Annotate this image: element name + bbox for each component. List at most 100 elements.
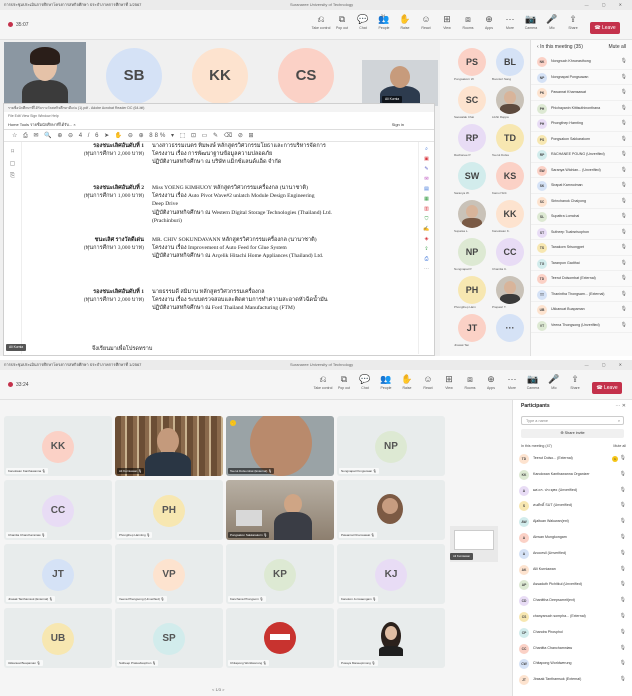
avatar-tile-3[interactable]: CS <box>278 48 334 104</box>
gallery-tile-1[interactable]: Ali Kurniawan 🎙 <box>115 416 223 476</box>
participant-avatar-5[interactable]: TD <box>496 124 524 152</box>
organize-icon[interactable]: ▦ <box>419 194 434 204</box>
mic-muted-icon[interactable]: 🎙 <box>620 467 626 483</box>
search-input[interactable]: Type a name ⌕ <box>521 416 624 425</box>
mic-muted-icon[interactable]: 🎙 <box>621 318 627 333</box>
toolbar-button-3[interactable]: 👥 People <box>375 373 397 397</box>
toolbar-button-0[interactable]: ⎌ Take control <box>312 373 334 397</box>
panel-participant-row[interactable]: TD Teerut Dolsombat (External) 🎙 <box>531 271 632 287</box>
mic-muted-icon[interactable]: 🎙 <box>620 483 626 499</box>
mic-muted-icon[interactable]: 🎙 <box>620 656 626 672</box>
toolbar-button-0[interactable]: ⎌ Take control <box>310 13 332 37</box>
mic-muted-icon[interactable]: 🎙 <box>621 225 627 240</box>
participant-row[interactable]: A Airwan Mungkongam 🎙 <box>513 530 632 546</box>
mic-muted-icon[interactable]: 🎙 <box>621 85 627 100</box>
page-thumbnail-icon[interactable]: ▢ <box>4 158 21 170</box>
window-controls[interactable]: — ▢ ✕ <box>585 360 628 370</box>
attachment-icon[interactable]: ⎘ <box>4 170 21 182</box>
mic-muted-icon[interactable]: 🎙 <box>621 116 627 131</box>
panel-participant-row[interactable]: TT Thanintha Thongsam... (External) 🎙 <box>531 287 632 302</box>
mic-muted-icon[interactable]: 🎙 <box>621 271 627 286</box>
participant-avatar-14[interactable]: JT <box>458 314 486 342</box>
participant-avatar-0[interactable]: PS <box>458 48 486 76</box>
toolbar-button-4[interactable]: ✋ Raise <box>394 13 416 37</box>
toolbar-button-9[interactable]: ⋯ More <box>499 13 521 37</box>
toolbar-button-8[interactable]: ⊕ Apps <box>480 373 502 397</box>
mic-muted-icon[interactable]: 🎙 <box>621 287 627 302</box>
participant-photo-8[interactable] <box>458 200 486 228</box>
panel-participant-row[interactable]: VT Veena Thongsong (Unverified) 🎙 <box>531 318 632 333</box>
collapse-icon[interactable]: ‹ <box>537 44 539 50</box>
participant-avatar-2[interactable]: SC <box>458 86 486 114</box>
participant-row[interactable]: AW Ajaltuan Waluwan(ext) 🎙 <box>513 514 632 530</box>
toolbar-button-10[interactable]: 📷 Camera <box>522 373 544 397</box>
fill-sign-icon[interactable]: ✍ <box>419 224 434 234</box>
mic-muted-icon[interactable]: 🎙 <box>621 256 627 271</box>
gallery-tile-11[interactable]: KJ Kanokon Jomsaengam 🎙 <box>337 544 445 604</box>
toolbar-button-11[interactable]: 🎤 Mic <box>541 13 563 37</box>
mute-all-button[interactable]: Mute all <box>608 40 626 54</box>
window-controls[interactable]: — ▢ ✕ <box>585 0 628 10</box>
toolbar-button-12[interactable]: ⇪ Share <box>564 373 586 397</box>
panel-participant-row[interactable]: NP Nongnapat Pongsuwan 🎙 <box>531 70 632 85</box>
toolbar-button-9[interactable]: ⋯ More <box>501 373 523 397</box>
toolbar-button-1[interactable]: ⧉ Pop out <box>331 13 353 37</box>
mic-muted-icon[interactable]: 🎙 <box>620 609 626 625</box>
pdf-menu-bar[interactable]: File Edit View Sign Window Help <box>4 112 434 120</box>
participant-avatar-12[interactable]: PH <box>458 276 486 304</box>
toolbar-button-7[interactable]: ⧈ Rooms <box>457 13 479 37</box>
mic-muted-icon[interactable]: 🎙 <box>620 498 626 514</box>
panel-participant-row[interactable]: RP RACHANEE POUNG (Unverified) 🎙 <box>531 147 632 163</box>
participant-row[interactable]: S สมศักดิ์ SUT (Unverified) 🎙 <box>513 498 632 514</box>
mic-muted-icon[interactable]: 🎙 <box>621 194 627 209</box>
mic-muted-icon[interactable]: 🎙 <box>620 530 626 546</box>
participant-row[interactable]: CD Chanittha Deepsamrit(ext) 🎙 <box>513 593 632 609</box>
share-icon[interactable]: ⇪ <box>419 244 434 254</box>
video-tile-woman[interactable] <box>4 42 86 104</box>
toolbar-button-2[interactable]: 💬 Chat <box>352 13 374 37</box>
participant-avatar-15[interactable]: ··· <box>496 314 524 342</box>
mic-muted-icon[interactable]: 🎙 <box>620 546 626 562</box>
mic-muted-icon[interactable]: 🎙 <box>620 562 626 578</box>
toolbar-button-5[interactable]: ☺ React <box>415 13 437 37</box>
toolbar-button-11[interactable]: 🎤 Mic <box>543 373 565 397</box>
toolbar-button-7[interactable]: ⧈ Rooms <box>459 373 481 397</box>
gallery-tile-5[interactable]: PH Phongthep Harnting 🎙 <box>115 480 223 540</box>
gallery-tile-15[interactable]: Pusaya Maneepimong 🎙 <box>337 608 445 668</box>
participant-row[interactable]: A ผศ.ดร. ประยุทธ (Unverified) 🎙 <box>513 483 632 499</box>
mic-muted-icon[interactable]: 🎙 <box>620 641 626 657</box>
mic-muted-icon[interactable]: 🎙 <box>621 132 627 147</box>
mute-all-button[interactable]: Mute all <box>613 441 626 451</box>
mic-muted-icon[interactable]: 🎙 <box>620 593 626 609</box>
export-pdf-icon[interactable]: ▣ <box>419 154 434 164</box>
gallery-pager[interactable]: < 1/3 > <box>212 687 224 692</box>
panel-participant-row[interactable]: SC Sirinchanok Chaiyong 🎙 <box>531 194 632 209</box>
share-invite-button[interactable]: ⊕ Share invite <box>521 429 624 438</box>
mic-muted-icon[interactable]: 🎙 <box>620 577 626 593</box>
pdf-toolbar[interactable]: ☆ ⎙ ✉ 🔍 ⊕ ⊖ 4 / 6 ➤ ✋ ⊖ ⊕ 88% ▾ ⬚ ⊡ ▭ ✎ … <box>4 130 434 142</box>
mic-muted-icon[interactable]: 🎙 <box>620 451 626 467</box>
toolbar-button-1[interactable]: ⧉ Pop out <box>333 373 355 397</box>
participant-row[interactable]: CS chanyanuch sompha... (External) 🎙 <box>513 609 632 625</box>
participant-row[interactable]: AP Assaduth Pichitkul (Unverified) 🎙 <box>513 577 632 593</box>
edit-pdf-icon[interactable]: ✎ <box>419 164 434 174</box>
toolbar-button-6[interactable]: ⊞ View <box>436 13 458 37</box>
gallery-tile-14[interactable]: Chitapong Worldwerung 🎙 <box>226 608 334 668</box>
participant-avatar-1[interactable]: BL <box>496 48 524 76</box>
mic-muted-icon[interactable]: 🎙 <box>621 163 627 178</box>
gallery-tile-3[interactable]: NP Nongnapat Pongsuwan 🎙 <box>337 416 445 476</box>
participant-row[interactable]: CW Chitapong Worldwerung 🎙 <box>513 656 632 672</box>
video-tile-man[interactable]: Ali Kurnia <box>362 60 438 106</box>
gallery-tile-12[interactable]: UB Ukkanuat Buapaman 🎙 <box>4 608 112 668</box>
participant-row[interactable]: CP Chandra Phosphol 🎙 <box>513 625 632 641</box>
participant-row[interactable]: A Anocesil (Unverified) 🎙 <box>513 546 632 562</box>
toolbar-button-6[interactable]: ⊞ View <box>438 373 460 397</box>
panel-participant-row[interactable]: NK Nongnuch Khrueasthong 🎙 <box>531 54 632 70</box>
bookmark-icon[interactable]: ⌑ <box>4 146 21 158</box>
participant-avatar-9[interactable]: KK <box>496 200 524 228</box>
panel-participant-row[interactable]: UB Ukkanuat Buapaman 🎙 <box>531 302 632 318</box>
panel-participant-row[interactable]: PH Phichayanin Kittisuthinonthana 🎙 <box>531 101 632 116</box>
participant-photo-13[interactable] <box>496 276 524 304</box>
gallery-tile-4[interactable]: CC Chanitta Chanchamniaw 🎙 <box>4 480 112 540</box>
sign-in-link[interactable]: Sign in <box>392 120 404 129</box>
